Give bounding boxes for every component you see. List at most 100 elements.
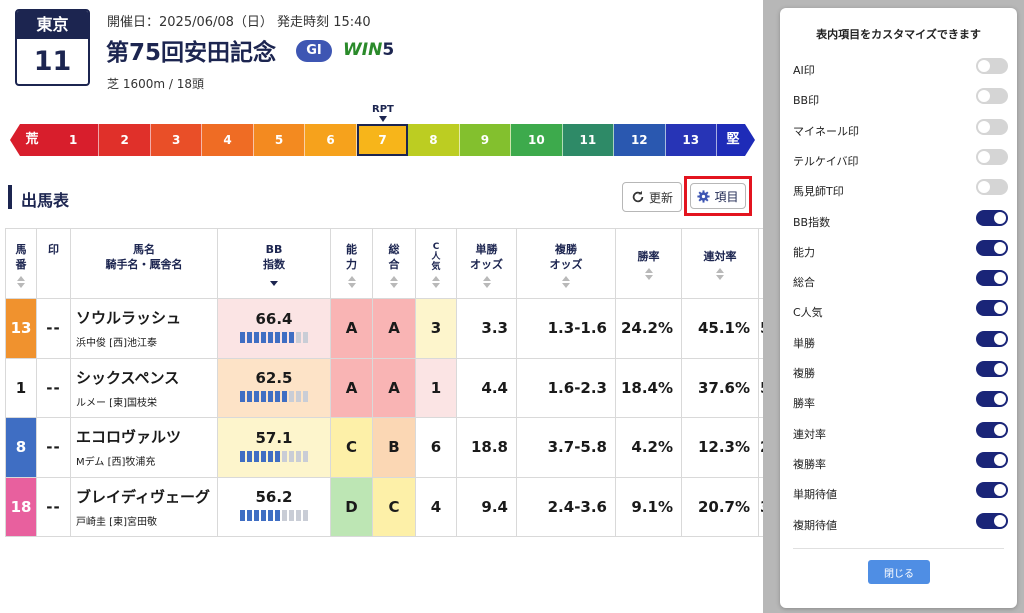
rpt-cell: 2 — [99, 124, 151, 156]
toggle-knob — [994, 211, 1006, 224]
option-label: テルケイバ印 — [793, 154, 859, 168]
option-row: テルケイバ印 — [793, 148, 1008, 173]
bb-bar-segment — [296, 391, 301, 403]
option-toggle[interactable] — [976, 118, 1008, 135]
total-cell: A — [372, 357, 416, 418]
option-toggle[interactable] — [976, 209, 1008, 226]
grade-badge: GI — [296, 40, 332, 62]
place-odds-cell: 3.7-5.8 — [516, 417, 616, 478]
option-row: 複勝率 — [793, 451, 1008, 476]
col-win-odds[interactable]: 単勝 オッズ — [456, 228, 517, 299]
bb-bar-segment — [261, 510, 266, 522]
option-row: BB印 — [793, 88, 1008, 112]
rpt-cell: 9 — [459, 124, 512, 156]
option-toggle[interactable] — [976, 270, 1008, 287]
option-row: 勝率 — [793, 391, 1008, 415]
race-meta: 開催日：2025/06/08（日） 発走時刻 15:40 — [107, 15, 371, 30]
horse-cell[interactable]: ブレイディヴェーグ 戸崎圭 [東]宮田敬 — [70, 476, 218, 537]
toggle-knob — [994, 423, 1006, 436]
col-mark: 印 — [36, 228, 71, 299]
toggle-knob — [978, 181, 990, 194]
items-button-highlight: 項目 — [684, 176, 752, 216]
horse-name[interactable]: シックスペンス — [76, 367, 217, 388]
refresh-label: 更新 — [648, 190, 673, 205]
win-rate-cell: 24.2% — [615, 298, 682, 359]
entries-table: 馬番 印 馬名 騎手名・厩舎名 BB 指数 能力 総合 C人気 単勝 オッズ 複勝 オッ… — [5, 228, 772, 537]
mark-cell[interactable]: -- — [36, 417, 71, 478]
rpt-cell: 7 — [356, 124, 409, 156]
col-total[interactable]: 総合 — [372, 228, 416, 299]
option-row: AI印 — [793, 58, 1008, 82]
option-toggle[interactable] — [976, 300, 1008, 317]
option-label: AI印 — [793, 64, 815, 77]
place-odds-cell: 1.3-1.6 — [516, 298, 616, 359]
option-toggle[interactable] — [976, 330, 1008, 347]
bb-index-cell: 62.5 — [217, 357, 331, 418]
mark-cell[interactable]: -- — [36, 357, 71, 418]
umaban-cell: 13 — [5, 298, 37, 359]
rpt-cell: 3 — [150, 124, 203, 156]
option-toggle[interactable] — [976, 179, 1008, 196]
option-toggle[interactable] — [976, 361, 1008, 377]
horse-cell[interactable]: ソウルラッシュ浜中俊 [西]池江泰 — [70, 298, 218, 359]
mark-cell[interactable]: -- — [36, 476, 71, 537]
table-row[interactable]: 1 -- シックスペンス ルメー [東]国枝栄 62.5 A A 1 4.4 1.6-2.3 18.… — [5, 357, 772, 418]
col-place-odds[interactable]: 複勝 オッズ — [516, 228, 616, 299]
toggle-knob — [978, 150, 990, 163]
option-toggle[interactable] — [976, 58, 1008, 74]
option-toggle[interactable] — [976, 239, 1008, 256]
bb-index-value: 66.4 — [255, 309, 293, 328]
bb-index-bar — [240, 450, 308, 462]
close-button[interactable]: 閉じる — [868, 560, 930, 584]
option-label: C人気 — [793, 306, 823, 320]
bb-bar-segment — [254, 510, 259, 522]
col-quinella-rate[interactable]: 連対率 — [681, 228, 759, 299]
refresh-button[interactable]: 更新 — [622, 182, 682, 212]
bb-index-bar — [240, 331, 308, 343]
jockey-trainer: Mデム [西]牧浦充 — [76, 457, 156, 469]
table-row[interactable]: 8 -- エコロヴァルツ Mデム [西]牧浦充 57.1 C B 6 18.8 3.7-5.8 4.… — [5, 417, 772, 478]
col-win-rate[interactable]: 勝率 — [615, 228, 682, 299]
horse-name[interactable]: ソウルラッシュ — [76, 307, 217, 328]
horse-name[interactable]: エコロヴァルツ — [76, 426, 217, 447]
option-label: BB指数 — [793, 215, 831, 229]
col-ability[interactable]: 能力 — [330, 228, 373, 299]
bb-index-bar — [240, 391, 308, 403]
cpop-cell: 4 — [415, 476, 457, 537]
table-row[interactable]: 13 -- ソウルラッシュ 浜中俊 [西]池江泰 66.4 A A 3 3.3 1.3-1.6 24… — [5, 298, 772, 359]
section-title: 出馬表 — [21, 191, 70, 210]
umaban-cell: 8 — [5, 417, 37, 478]
sort-icon — [561, 275, 571, 288]
option-label: 単期待値 — [793, 488, 837, 502]
option-toggle[interactable] — [976, 451, 1008, 468]
horse-cell[interactable]: シックスペンス ルメー [東]国枝栄 — [70, 357, 218, 418]
horse-name[interactable]: ブレイディヴェーグ — [76, 486, 217, 507]
jockey-trainer: 浜中俊 [西]池江泰 — [76, 338, 157, 350]
option-toggle[interactable] — [976, 512, 1008, 529]
col-umaban[interactable]: 馬番 — [5, 228, 37, 299]
option-row: マイネール印 — [793, 118, 1008, 143]
option-row: 総合 — [793, 270, 1008, 294]
col-bb[interactable]: BB 指数 — [217, 228, 331, 299]
quinella-rate-cell: 20.7% — [681, 476, 759, 537]
horse-cell[interactable]: エコロヴァルツ Mデム [西]牧浦充 — [70, 417, 218, 478]
table-row[interactable]: 18 -- ブレイディヴェーグ 戸崎圭 [東]宮田敬 56.2 D C 4 9.4 2.4-3.6… — [5, 476, 772, 537]
option-toggle[interactable] — [976, 482, 1008, 499]
rpt-cell: 8 — [408, 124, 460, 156]
sort-icon — [715, 268, 725, 280]
option-toggle[interactable] — [976, 391, 1008, 408]
bb-index-bar — [240, 510, 308, 522]
col-cpop[interactable]: C人気 — [415, 228, 457, 299]
option-toggle[interactable] — [976, 148, 1008, 165]
items-button[interactable]: 項目 — [690, 183, 746, 209]
mark-cell[interactable]: -- — [36, 298, 71, 359]
bb-bar-segment — [261, 391, 266, 403]
option-label: 馬見師T印 — [793, 185, 844, 199]
toggle-knob — [978, 90, 990, 103]
option-toggle[interactable] — [976, 421, 1008, 438]
total-cell: B — [372, 417, 416, 478]
option-toggle[interactable] — [976, 88, 1008, 105]
bb-bar-segment — [303, 391, 308, 403]
venue-name: 東京 — [17, 11, 88, 39]
win5-number: 5 — [382, 40, 395, 60]
